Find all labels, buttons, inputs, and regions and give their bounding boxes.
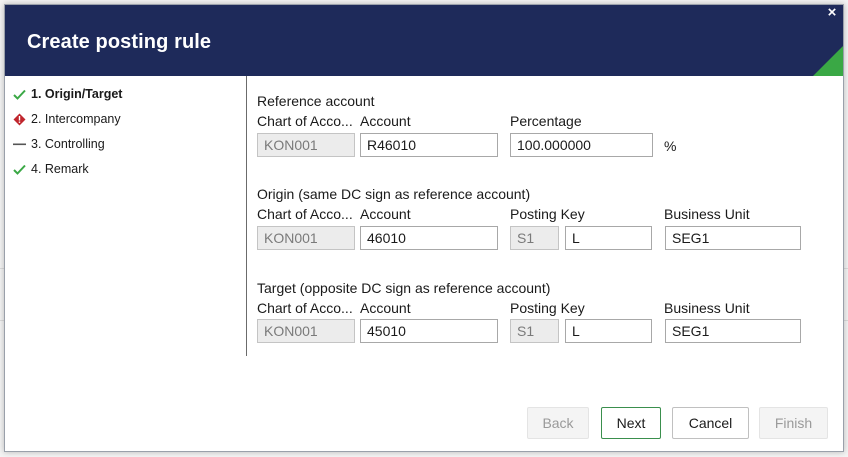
- dash-icon: [11, 136, 27, 152]
- cancel-button[interactable]: Cancel: [672, 407, 749, 439]
- target-account-label: Account: [360, 300, 411, 316]
- corner-accent: [813, 46, 843, 76]
- origin-posting-key-code: [510, 226, 559, 250]
- target-posting-key-label: Posting Key: [510, 300, 585, 316]
- origin-posting-key-input[interactable]: [565, 226, 652, 250]
- dialog-title: Create posting rule: [27, 31, 212, 53]
- dialog-header: Create posting rule ×: [5, 5, 843, 76]
- origin-business-unit-input[interactable]: [665, 226, 801, 250]
- step-label: 2. Intercompany: [31, 112, 121, 126]
- target-chart-input: [257, 319, 355, 343]
- check-icon: [11, 161, 27, 177]
- origin-posting-key-label: Posting Key: [510, 206, 585, 222]
- target-posting-key-input[interactable]: [565, 319, 652, 343]
- next-button[interactable]: Next: [601, 407, 661, 439]
- wizard-steps: 1. Origin/Target 2. Intercompany 3. Cont…: [5, 76, 247, 356]
- target-posting-key-code: [510, 319, 559, 343]
- reference-account-label: Account: [360, 113, 411, 129]
- reference-account-input[interactable]: [360, 133, 498, 157]
- error-icon: [11, 111, 27, 127]
- step-label: 4. Remark: [31, 162, 89, 176]
- reference-percentage-input[interactable]: [510, 133, 653, 157]
- target-account-input[interactable]: [360, 319, 498, 343]
- origin-account-input[interactable]: [360, 226, 498, 250]
- reference-chart-input: [257, 133, 355, 157]
- origin-account-label: Account: [360, 206, 411, 222]
- origin-chart-label: Chart of Acco...: [257, 206, 353, 222]
- step-label: 1. Origin/Target: [31, 87, 123, 101]
- reference-chart-label: Chart of Acco...: [257, 113, 353, 129]
- origin-section-title: Origin (same DC sign as reference accoun…: [257, 186, 531, 202]
- reference-section-title: Reference account: [257, 93, 375, 109]
- step-controlling[interactable]: 3. Controlling: [11, 135, 105, 153]
- target-section-title: Target (opposite DC sign as reference ac…: [257, 280, 551, 296]
- step-intercompany[interactable]: 2. Intercompany: [11, 110, 121, 128]
- close-icon[interactable]: ×: [825, 5, 839, 20]
- target-chart-label: Chart of Acco...: [257, 300, 353, 316]
- reference-percentage-label: Percentage: [510, 113, 582, 129]
- target-business-unit-input[interactable]: [665, 319, 801, 343]
- target-business-unit-label: Business Unit: [664, 300, 750, 316]
- origin-business-unit-label: Business Unit: [664, 206, 750, 222]
- finish-button[interactable]: Finish: [759, 407, 828, 439]
- step-origin-target[interactable]: 1. Origin/Target: [11, 85, 122, 103]
- step-remark[interactable]: 4. Remark: [11, 160, 89, 178]
- percent-unit: %: [664, 138, 677, 154]
- step-label: 3. Controlling: [31, 137, 105, 151]
- check-icon: [11, 86, 27, 102]
- origin-chart-input: [257, 226, 355, 250]
- back-button[interactable]: Back: [527, 407, 589, 439]
